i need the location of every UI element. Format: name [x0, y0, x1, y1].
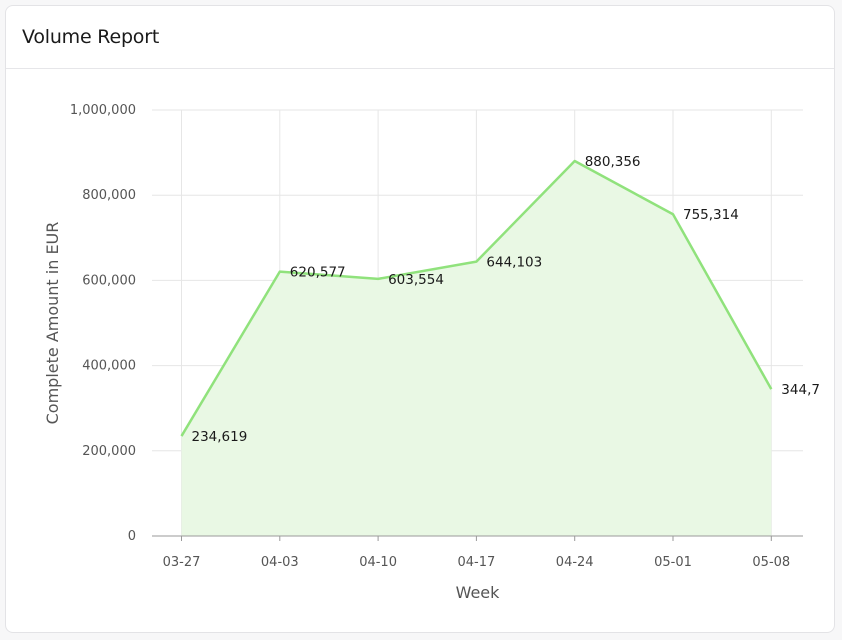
x-tick-label: 05-08: [752, 555, 790, 570]
x-tick-label: 04-24: [556, 555, 594, 570]
data-label: 603,554: [388, 272, 444, 288]
data-label: 620,577: [290, 265, 346, 281]
y-tick-label: 1,000,000: [70, 103, 136, 118]
data-label: 880,356: [585, 154, 641, 170]
y-tick-label: 0: [128, 529, 136, 544]
x-axis-title: Week: [456, 583, 501, 602]
x-tick-label: 04-03: [261, 555, 299, 570]
y-tick-label: 600,000: [82, 273, 136, 288]
y-tick-label: 400,000: [82, 359, 136, 374]
y-tick-label: 200,000: [82, 444, 136, 459]
x-tick-label: 03-27: [163, 555, 201, 570]
x-tick-label: 04-17: [458, 555, 496, 570]
x-tick-label: 04-10: [359, 555, 397, 570]
data-label: 344,7: [781, 382, 820, 398]
x-tick-label: 05-01: [654, 555, 692, 570]
chart-card: Volume Report 0 200,000 400,000 600,000 800,…: [5, 5, 835, 633]
data-label: 234,619: [192, 429, 248, 445]
y-axis-title: Complete Amount in EUR: [43, 222, 62, 425]
volume-area-chart: 0 200,000 400,000 600,000 800,000 1,000,000 03…: [43, 103, 820, 602]
y-tick-label: 800,000: [82, 188, 136, 203]
data-label: 644,103: [486, 255, 542, 271]
data-label: 755,314: [683, 207, 739, 223]
